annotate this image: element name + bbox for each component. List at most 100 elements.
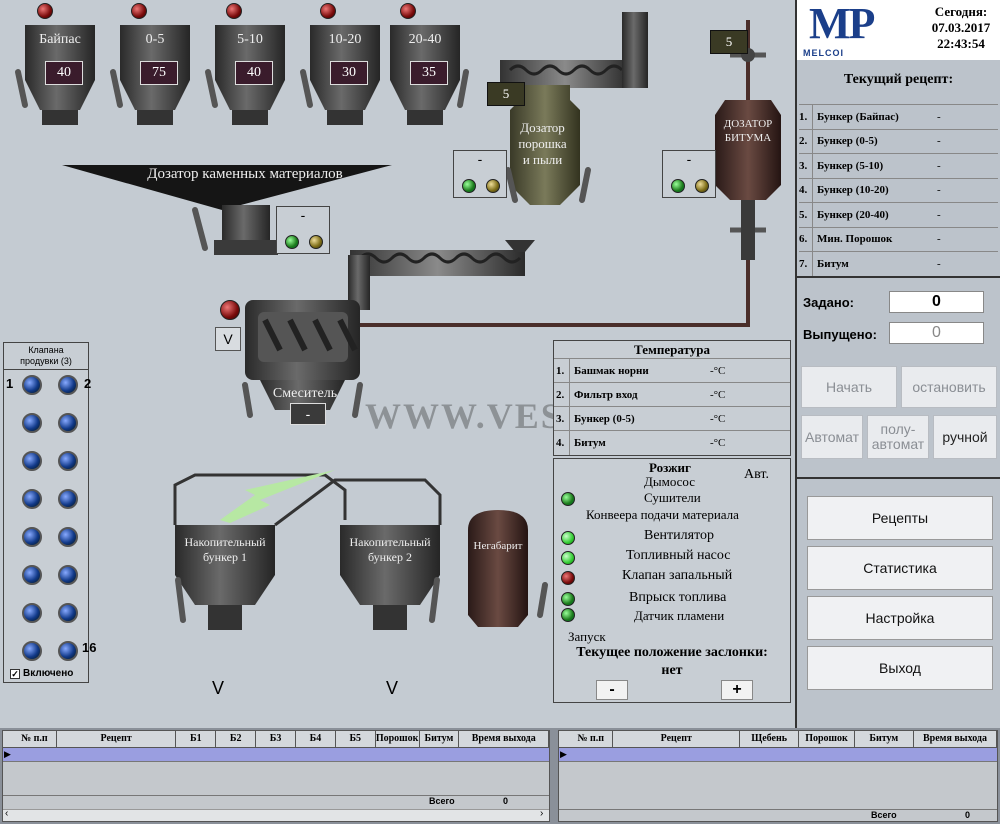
- ignition-launch[interactable]: Запуск: [568, 629, 606, 645]
- recipe-item-number: 5.: [799, 202, 813, 227]
- settings-button[interactable]: Настройка: [807, 596, 993, 640]
- bunker-2-value[interactable]: 75: [140, 61, 178, 85]
- valve-second-number: 2: [84, 376, 92, 391]
- valve-lamp-16[interactable]: [58, 641, 78, 661]
- left-col-header[interactable]: Рецепт: [57, 731, 177, 747]
- bunker-1-value[interactable]: 40: [45, 61, 83, 85]
- left-col-header[interactable]: Битум: [420, 731, 460, 747]
- damper-minus-button[interactable]: -: [596, 680, 628, 700]
- table-row[interactable]: ▶: [559, 748, 997, 762]
- damper-label: Текущее положение заслонки:: [576, 645, 768, 660]
- bitumen-dispenser-value[interactable]: 5: [710, 30, 748, 54]
- powder-dispenser-state: -: [477, 151, 483, 167]
- bunker-5-value[interactable]: 35: [410, 61, 448, 85]
- set-value[interactable]: 0: [889, 291, 984, 313]
- valve-lamp-4[interactable]: [58, 413, 78, 433]
- bitumen-green-lamp: [671, 179, 685, 193]
- bitumen-dispenser-panel: -: [662, 150, 716, 198]
- temp-row-name: Битум: [574, 436, 606, 449]
- left-col-header[interactable]: Порошок: [376, 731, 420, 747]
- left-col-header[interactable]: № п.п: [13, 731, 57, 747]
- left-scrollbar[interactable]: ‹ ›: [3, 808, 549, 821]
- semi-auto-button[interactable]: полу- автомат: [867, 415, 929, 459]
- valve-lamp-3[interactable]: [22, 413, 42, 433]
- recipe-item-name: Бункер (20-40): [817, 208, 889, 221]
- plant-diagram: Байпас 0-5 5-10 10-20 20-40 40 75 40 30 …: [0, 0, 795, 728]
- valve-lamp-13[interactable]: [22, 603, 42, 623]
- left-col-header[interactable]: Б4: [296, 731, 336, 747]
- sidebar: MP MELCOI Сегодня: 07.03.2017 22:43:54 Т…: [795, 0, 1000, 728]
- storage-2-l2: бункер 2: [368, 550, 412, 564]
- powder-dispenser-panel: -: [453, 150, 507, 198]
- scroll-left-icon[interactable]: ‹: [5, 808, 8, 819]
- statistics-button[interactable]: Статистика: [807, 546, 993, 590]
- valve-lamp-14[interactable]: [58, 603, 78, 623]
- left-col-header[interactable]: Время выхода: [459, 731, 550, 747]
- powder-label-l3: и пыли: [522, 152, 563, 167]
- valve-lamp-6[interactable]: [58, 451, 78, 471]
- temp-row-name: Бункер (0-5): [574, 412, 635, 425]
- bunker-3-value[interactable]: 40: [235, 61, 273, 85]
- left-col-header[interactable]: Б1: [176, 731, 217, 747]
- powder-dispenser-value[interactable]: 5: [487, 82, 525, 106]
- mixer-label: Смеситель: [272, 386, 338, 401]
- scroll-right-icon[interactable]: ›: [540, 808, 543, 819]
- recipe-item-name: Бункер (0-5): [817, 135, 878, 148]
- valve-lamp-11[interactable]: [22, 565, 42, 585]
- bunker-4-label: 10-20: [328, 32, 362, 47]
- right-col-header[interactable]: № п.п: [569, 731, 614, 747]
- checkbox-check-icon[interactable]: ✓: [10, 668, 20, 679]
- exit-button[interactable]: Выход: [807, 646, 993, 690]
- storage-bunker-1-label: Накопительный бункер 1: [175, 535, 275, 565]
- start-button[interactable]: Начать: [801, 366, 897, 408]
- left-table[interactable]: № п.п Рецепт Б1 Б2 Б3 Б4 Б5 Порошок Битум Время в…: [2, 730, 550, 822]
- semi-auto-l2: автомат: [871, 436, 925, 452]
- left-col-header[interactable]: Б3: [256, 731, 296, 747]
- valve-lamp-5[interactable]: [22, 451, 42, 471]
- powder-olive-lamp: [486, 179, 500, 193]
- valve-first-number: 1: [6, 376, 14, 391]
- valve-lamp-8[interactable]: [58, 489, 78, 509]
- oversize-label: Негабарит: [473, 540, 523, 552]
- mixer-v-button[interactable]: V: [215, 327, 241, 351]
- auto-button[interactable]: Автомат: [801, 415, 863, 459]
- right-col-header[interactable]: Порошок: [799, 731, 855, 747]
- right-table[interactable]: № п.п Рецепт Щебень Порошок Битум Время выход…: [558, 730, 998, 822]
- ignition-panel: Розжиг Авт. Дымосос Сушители Конвеера по…: [553, 458, 791, 703]
- temp-row-value: -°C: [710, 388, 726, 401]
- storage-1-v[interactable]: V: [212, 678, 224, 699]
- valve-lamp-7[interactable]: [22, 489, 42, 509]
- bunker-4-value[interactable]: 30: [330, 61, 368, 85]
- stop-button[interactable]: остановить: [901, 366, 997, 408]
- left-col-header[interactable]: Б2: [216, 731, 257, 747]
- powder-label-l1: Дозатор: [520, 120, 565, 135]
- valve-lamp-12[interactable]: [58, 565, 78, 585]
- valve-lamp-2[interactable]: [58, 375, 78, 395]
- valve-lamp-1[interactable]: [22, 375, 42, 395]
- recipe-item: 5. Бункер (20-40) -: [799, 202, 998, 227]
- storage-2-v[interactable]: V: [386, 678, 398, 699]
- valves-title: Клапана продувки (3): [4, 343, 88, 370]
- right-col-header[interactable]: Рецепт: [613, 731, 740, 747]
- table-row[interactable]: ▶: [3, 748, 549, 762]
- right-col-header[interactable]: Время выхода: [914, 731, 998, 747]
- right-col-header[interactable]: Битум: [855, 731, 914, 747]
- recipe-item-number: 4.: [799, 178, 813, 203]
- stone-dispenser-panel: -: [276, 206, 330, 254]
- manual-button[interactable]: ручной: [933, 415, 997, 459]
- valves-enabled-checkbox[interactable]: ✓ Включено: [10, 668, 73, 679]
- valve-lamp-9[interactable]: [22, 527, 42, 547]
- damper-plus-button[interactable]: +: [721, 680, 753, 700]
- valve-lamp-10[interactable]: [58, 527, 78, 547]
- left-total-label: Всего: [429, 796, 455, 806]
- right-col-header[interactable]: Щебень: [740, 731, 800, 747]
- recipes-button[interactable]: Рецепты: [807, 496, 993, 540]
- today-label: Сегодня:: [934, 4, 988, 19]
- bunker-3-label: 5-10: [237, 32, 263, 47]
- valves-enabled-label: Включено: [23, 668, 74, 679]
- left-total-value: 0: [503, 796, 509, 806]
- set-label: Задано:: [803, 295, 854, 310]
- valve-lamp-15[interactable]: [22, 641, 42, 661]
- temp-row-number: 1.: [554, 358, 570, 383]
- left-col-header[interactable]: Б5: [336, 731, 376, 747]
